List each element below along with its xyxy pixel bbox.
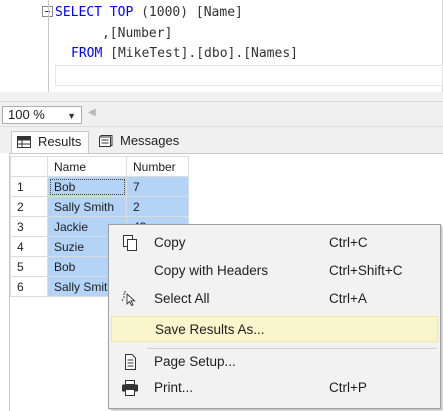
current-line-highlight [55,65,443,86]
code-line-2: ,[Number] [55,24,172,44]
row-number[interactable]: 2 [10,196,48,217]
menu-item-select-all[interactable]: Select All Ctrl+A [111,286,438,312]
select-all-icon [121,291,136,307]
menu-item-print[interactable]: Print... Ctrl+P [111,375,438,401]
row-number[interactable]: 4 [10,236,48,257]
menu-item-shortcut: Ctrl+A [329,291,367,306]
editor-scroll-area [0,92,443,101]
menu-item-copy-with-headers[interactable]: Copy with Headers Ctrl+Shift+C [111,258,438,284]
comma: , [55,26,110,41]
menu-item-label: Print... [154,380,194,395]
row-number[interactable]: 3 [10,216,48,237]
table-row: 1 Bob 7 [10,176,189,197]
column-name: [Name] [195,5,243,20]
grid-cell[interactable]: 7 [126,176,189,197]
message-icon [99,135,113,147]
menu-item-label: Copy with Headers [154,263,269,278]
column-number: [Number] [109,26,173,41]
table-row: 2 Sally Smith 2 [10,196,189,217]
tab-messages-label: Messages [120,133,180,148]
zoom-value: 100 % [8,107,45,122]
table-name: [MikeTest].[dbo].[Names] [102,46,298,61]
scroll-left-arrow-icon[interactable]: ◀ [88,107,96,118]
column-header-number[interactable]: Number [126,156,189,177]
menu-item-shortcut: Ctrl+Shift+C [329,263,403,278]
outline-bar [48,0,49,92]
row-number[interactable]: 1 [10,176,48,197]
tab-messages[interactable]: Messages [94,131,184,153]
column-header-name[interactable]: Name [47,156,127,177]
menu-item-label: Select All [154,291,210,306]
keyword-from: FROM [71,46,103,61]
printer-icon [122,380,138,396]
query-editor[interactable]: SELECT TOP (1000) [Name] ,[Number] FROM … [0,0,443,101]
zoom-dropdown[interactable]: 100 % ▼ [2,106,82,124]
top-count: (1000) [133,5,196,20]
copy-icon [123,235,137,251]
code-line-3: FROM [MikeTest].[dbo].[Names] [71,44,298,64]
menu-item-shortcut: Ctrl+P [329,380,367,395]
results-tab-strip: Results Messages [0,127,443,153]
tab-results[interactable]: Results [11,131,89,153]
menu-item-shortcut: Ctrl+C [329,235,368,250]
menu-item-label: Copy [154,235,186,250]
chevron-down-icon: ▼ [67,111,76,121]
menu-item-page-setup[interactable]: Page Setup... [111,349,438,375]
corner-header[interactable] [10,156,48,177]
grid-cell[interactable]: Bob [47,176,127,197]
code-line-1: SELECT TOP (1000) [Name] [55,3,243,23]
menu-item-save-results-as[interactable]: Save Results As... [111,316,438,342]
context-menu: Copy Ctrl+C Copy with Headers Ctrl+Shift… [108,224,441,409]
grid-cell[interactable]: 2 [126,196,189,217]
keyword-select-top: SELECT TOP [55,5,134,20]
grid-icon [17,136,31,148]
grid-cell[interactable]: Sally Smith [47,196,127,217]
tab-results-label: Results [38,134,82,149]
page-setup-icon [125,354,136,370]
row-number[interactable]: 6 [10,276,48,297]
zoom-bar: 100 % ▼ ◀ [0,101,443,127]
row-number[interactable]: 5 [10,256,48,277]
grid-header-row: Name Number [10,156,189,177]
menu-item-copy[interactable]: Copy Ctrl+C [111,230,438,256]
menu-item-label: Save Results As... [155,322,265,337]
menu-item-label: Page Setup... [154,354,236,369]
